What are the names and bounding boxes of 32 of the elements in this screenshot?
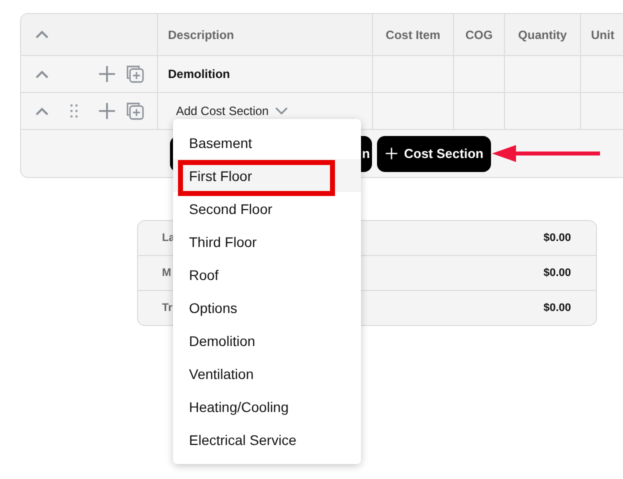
menu-item[interactable]: Heating/Cooling	[173, 390, 361, 423]
summary-label: M	[162, 267, 172, 279]
caret-down-icon[interactable]	[274, 107, 288, 115]
menu-item[interactable]: Roof	[173, 258, 361, 291]
menu-item[interactable]: Third Floor	[173, 225, 361, 258]
menu-item[interactable]: Electrical Service	[173, 423, 361, 456]
add-cost-section-button[interactable]: Cost Section	[377, 136, 492, 172]
column-header: COG	[465, 28, 493, 42]
menu-item[interactable]: Demolition	[173, 324, 361, 357]
section-title: Demolition	[168, 67, 230, 81]
column-header: Description	[168, 28, 234, 42]
summary-label: Tr	[162, 302, 172, 314]
column-header: Cost Item	[386, 28, 440, 42]
summary-amount: $0.00	[543, 232, 571, 244]
summary-amount: $0.00	[543, 302, 571, 314]
plus-icon	[385, 147, 398, 160]
add-icon[interactable]	[98, 102, 116, 120]
menu-item[interactable]: Second Floor	[173, 192, 361, 225]
drag-handle-icon[interactable]	[70, 104, 78, 118]
column-header: Quantity	[518, 28, 567, 42]
menu-item[interactable]: Ventilation	[173, 357, 361, 390]
summary-amount: $0.00	[543, 267, 571, 279]
collapse-icon[interactable]	[35, 70, 49, 78]
duplicate-add-icon[interactable]	[125, 101, 145, 121]
collapse-icon[interactable]	[35, 30, 49, 39]
duplicate-add-icon[interactable]	[125, 64, 145, 84]
menu-item[interactable]: Options	[173, 291, 361, 324]
menu-item[interactable]: Basement	[173, 126, 361, 159]
collapse-icon[interactable]	[35, 106, 49, 116]
column-header: Unit	[591, 28, 614, 42]
add-section-select[interactable]: Add Cost Section	[176, 104, 269, 118]
add-icon[interactable]	[98, 65, 116, 83]
